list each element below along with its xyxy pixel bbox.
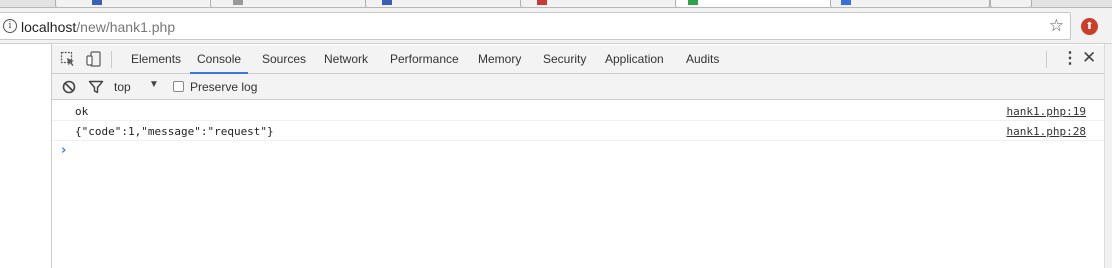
browser-toolbar: i localhost/new/hank1.php ☆ <box>0 8 1112 44</box>
url-host: localhost <box>21 19 77 35</box>
bookmark-star-icon[interactable]: ☆ <box>1049 16 1064 36</box>
clear-console-icon[interactable] <box>62 80 76 94</box>
tab-elements[interactable]: Elements <box>131 45 181 73</box>
message-text: {"code":1,"message":"request"} <box>75 125 274 138</box>
tab-network[interactable]: Network <box>324 45 368 73</box>
browser-tab[interactable] <box>365 0 535 7</box>
tab-application[interactable]: Application <box>605 45 664 73</box>
browser-tab-strip <box>0 0 1112 8</box>
source-link[interactable]: hank1.php:28 <box>1007 125 1086 138</box>
tab-favicon <box>233 0 243 5</box>
device-toolbar-icon[interactable] <box>86 51 102 67</box>
tab-performance[interactable]: Performance <box>390 45 459 73</box>
extension-icon[interactable]: ⬆ <box>1081 18 1098 35</box>
close-icon[interactable]: ✕ <box>1082 49 1096 67</box>
page-viewport <box>0 44 52 268</box>
toolbar-divider <box>1046 51 1047 68</box>
tab-memory[interactable]: Memory <box>478 45 521 73</box>
browser-tab[interactable] <box>210 0 380 7</box>
context-selector[interactable]: top <box>114 80 131 94</box>
tab-favicon <box>382 0 392 5</box>
devtools-tabbar: Elements Console Sources Network Perform… <box>52 45 1104 74</box>
browser-tab[interactable] <box>55 0 225 7</box>
tab-security[interactable]: Security <box>543 45 586 73</box>
scrollbar[interactable] <box>1104 44 1112 268</box>
tab-audits[interactable]: Audits <box>686 45 719 73</box>
toolbar-divider <box>111 51 112 68</box>
preserve-log-label[interactable]: Preserve log <box>190 80 257 94</box>
browser-tab[interactable] <box>830 0 990 7</box>
url-path: /new/hank1.php <box>76 19 176 35</box>
console-prompt-icon[interactable]: › <box>61 143 66 158</box>
url-text[interactable]: localhost/new/hank1.php <box>21 19 175 35</box>
tab-favicon <box>841 0 851 5</box>
address-bar[interactable]: i localhost/new/hank1.php ☆ <box>0 12 1071 40</box>
tab-console[interactable]: Console <box>189 45 249 74</box>
browser-tab-active[interactable] <box>675 0 845 7</box>
chevron-down-icon[interactable]: ▼ <box>149 79 159 90</box>
preserve-log-checkbox[interactable] <box>173 81 184 92</box>
console-message: {"code":1,"message":"request"} hank1.php… <box>52 121 1104 141</box>
filter-icon[interactable] <box>88 80 104 94</box>
console-toolbar: top ▼ Preserve log <box>52 74 1104 100</box>
source-link[interactable]: hank1.php:19 <box>1007 105 1086 118</box>
tab-favicon <box>92 0 102 5</box>
browser-tab[interactable] <box>520 0 690 7</box>
message-text: ok <box>75 105 89 118</box>
console-messages: ok hank1.php:19 {"code":1,"message":"req… <box>52 101 1104 268</box>
tab-favicon <box>537 0 547 5</box>
tab-sources[interactable]: Sources <box>262 45 306 73</box>
inspect-element-icon[interactable] <box>60 51 76 67</box>
console-message: ok hank1.php:19 <box>52 101 1104 121</box>
new-tab-button[interactable] <box>990 0 1032 7</box>
kebab-menu-icon[interactable]: ⋮ <box>1062 51 1078 67</box>
info-icon[interactable]: i <box>3 19 17 33</box>
tab-favicon <box>688 0 698 5</box>
